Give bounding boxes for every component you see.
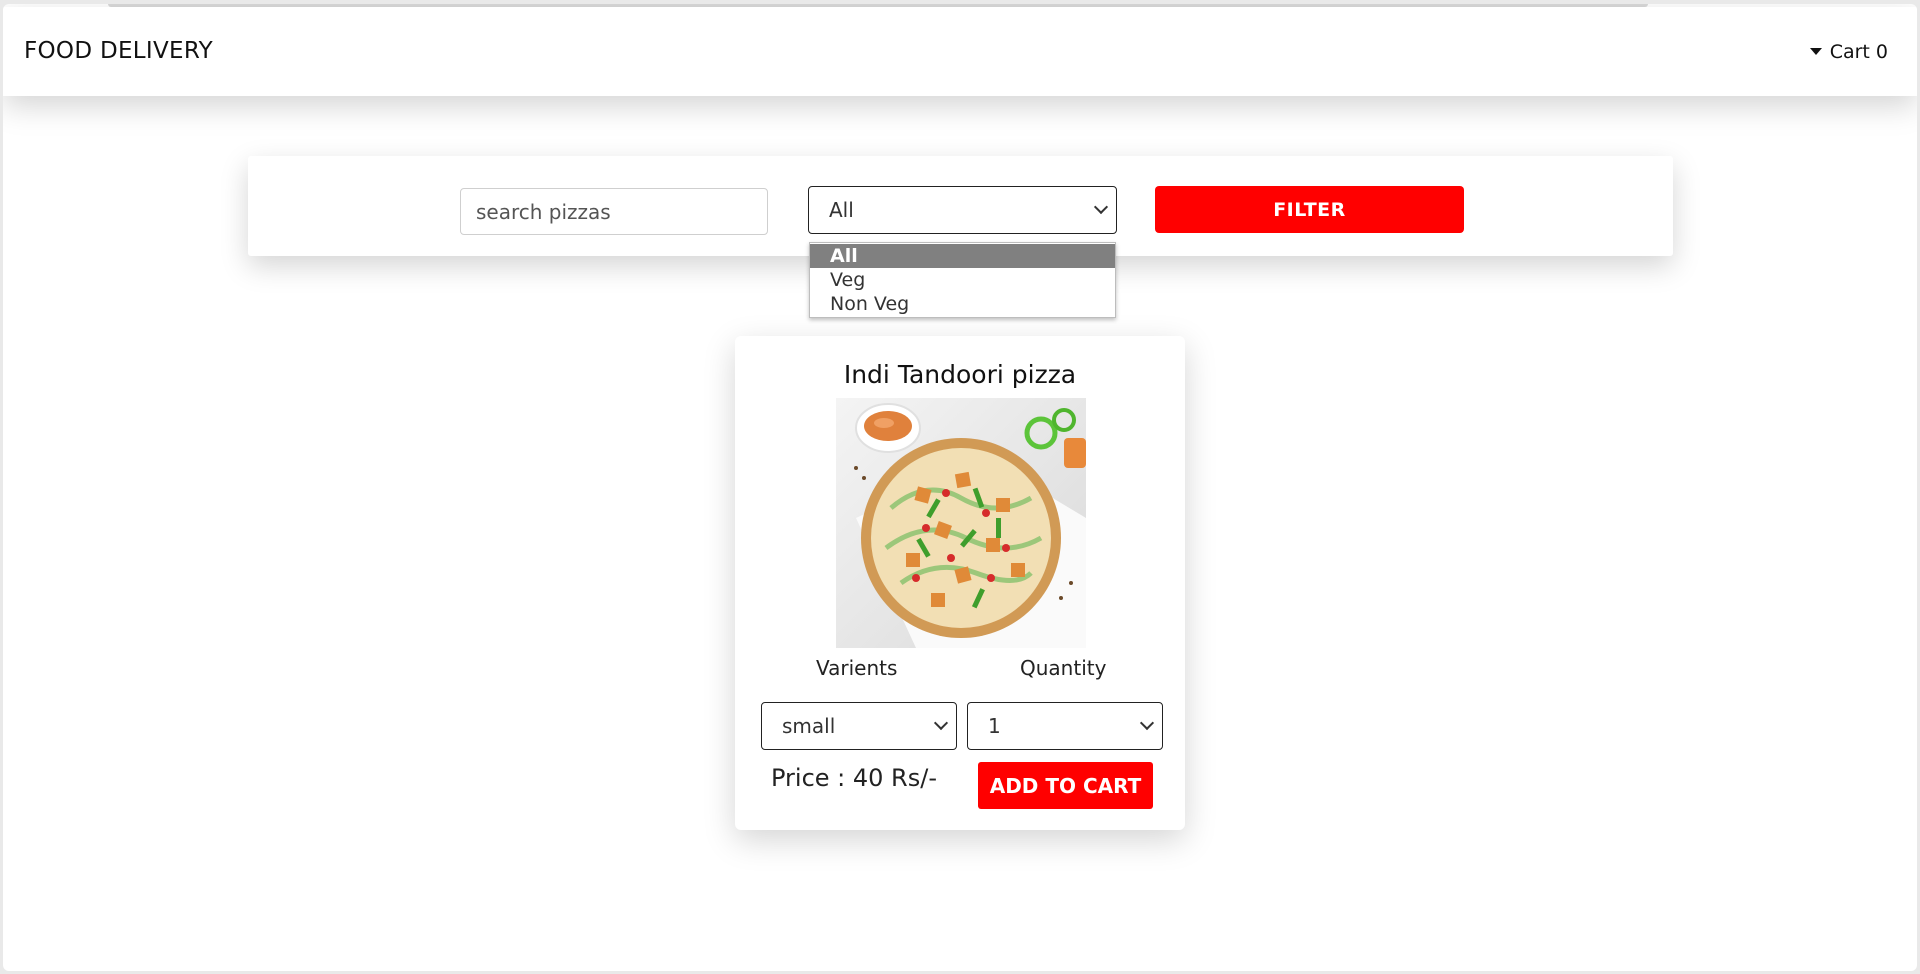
pizza-image xyxy=(836,398,1086,648)
varients-label: Varients xyxy=(816,656,898,680)
price-text: Price : 40 Rs/- xyxy=(771,764,937,792)
category-select[interactable]: All xyxy=(808,186,1117,234)
navbar: FOOD DELIVERY Cart 0 xyxy=(3,7,1917,96)
varient-select-value: small xyxy=(782,714,836,738)
pizza-illustration xyxy=(854,403,1086,648)
cart-label: Cart 0 xyxy=(1829,41,1888,63)
filter-button[interactable]: FILTER xyxy=(1155,186,1464,233)
page: FOOD DELIVERY Cart 0 All FILTER All Veg … xyxy=(3,4,1917,971)
filter-bar: All FILTER xyxy=(248,156,1673,256)
search-input[interactable] xyxy=(460,188,768,235)
option-non-veg[interactable]: Non Veg xyxy=(810,292,1115,316)
chevron-down-icon xyxy=(933,715,949,731)
chevron-down-icon xyxy=(1139,715,1155,731)
cart-link[interactable]: Cart 0 xyxy=(1809,41,1888,63)
option-veg[interactable]: Veg xyxy=(810,268,1115,292)
add-to-cart-button[interactable]: ADD TO CART xyxy=(978,762,1153,809)
pizza-card: Indi Tandoori pizza Varients Quantity sm… xyxy=(735,336,1185,830)
brand-title[interactable]: FOOD DELIVERY xyxy=(24,38,213,64)
option-all[interactable]: All xyxy=(810,244,1115,268)
quantity-select[interactable]: 1 xyxy=(967,702,1163,750)
quantity-label: Quantity xyxy=(1020,656,1107,680)
pizza-name: Indi Tandoori pizza xyxy=(843,360,1077,389)
caret-down-icon xyxy=(1809,47,1822,55)
quantity-select-value: 1 xyxy=(988,714,1001,738)
varient-select[interactable]: small xyxy=(761,702,957,750)
category-dropdown-list: All Veg Non Veg xyxy=(809,242,1116,318)
chevron-down-icon xyxy=(1093,199,1109,215)
category-select-value: All xyxy=(829,198,854,222)
